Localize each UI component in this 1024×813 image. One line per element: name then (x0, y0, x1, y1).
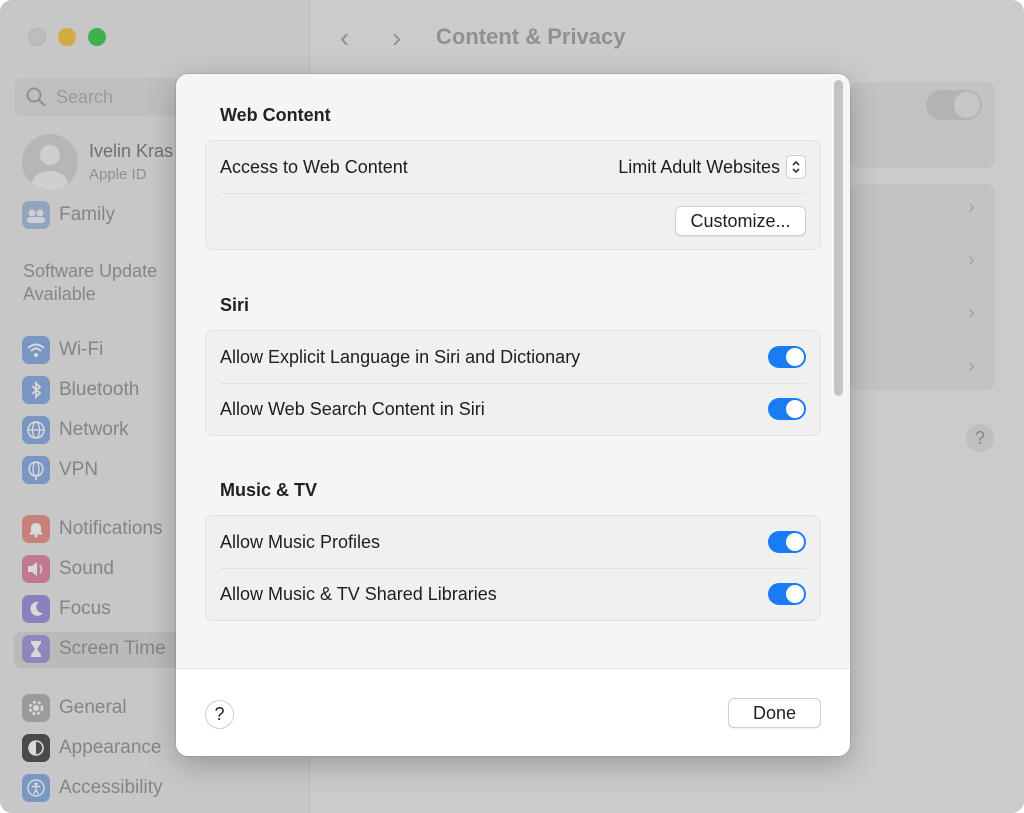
section-title-siri: Siri (220, 295, 250, 315)
siri-web-search-row: Allow Web Search Content in Siri (206, 383, 820, 435)
music-profiles-label: Allow Music Profiles (220, 531, 381, 552)
access-web-content-select[interactable]: Limit Adult Websites (618, 157, 780, 178)
access-web-content-label: Access to Web Content (220, 156, 408, 177)
siri-explicit-language-label: Allow Explicit Language in Siri and Dict… (220, 346, 581, 367)
siri-group: Allow Explicit Language in Siri and Dict… (205, 330, 821, 436)
siri-web-search-label: Allow Web Search Content in Siri (220, 398, 485, 419)
sheet-scroll-area[interactable]: Web Content Access to Web Content Limit … (176, 74, 850, 668)
help-button[interactable]: ? (205, 700, 234, 729)
music-profiles-toggle[interactable] (768, 531, 806, 553)
music-profiles-row: Allow Music Profiles (206, 516, 820, 568)
system-settings-window: Search Ivelin Kras Apple ID Family Softw… (0, 0, 1024, 813)
siri-explicit-language-toggle[interactable] (768, 346, 806, 368)
done-button[interactable]: Done (728, 698, 821, 728)
music-tv-group: Allow Music Profiles Allow Music & TV Sh… (205, 515, 821, 621)
customize-button[interactable]: Customize... (675, 206, 806, 236)
shared-libraries-label: Allow Music & TV Shared Libraries (220, 583, 497, 604)
siri-web-search-toggle[interactable] (768, 398, 806, 420)
shared-libraries-row: Allow Music & TV Shared Libraries (206, 568, 820, 620)
section-title-web-content: Web Content (220, 105, 331, 125)
access-web-content-row: Access to Web Content Limit Adult Websit… (206, 141, 820, 193)
section-title-music-tv: Music & TV (220, 480, 318, 500)
customize-row: Customize... (206, 193, 820, 249)
web-content-group: Access to Web Content Limit Adult Websit… (205, 140, 821, 250)
shared-libraries-toggle[interactable] (768, 583, 806, 605)
vertical-scrollbar[interactable] (834, 80, 843, 396)
sheet-footer: ? Done (176, 668, 850, 756)
content-privacy-sheet: Web Content Access to Web Content Limit … (176, 74, 850, 756)
popup-stepper-icon[interactable] (786, 155, 806, 179)
siri-explicit-language-row: Allow Explicit Language in Siri and Dict… (206, 331, 820, 383)
